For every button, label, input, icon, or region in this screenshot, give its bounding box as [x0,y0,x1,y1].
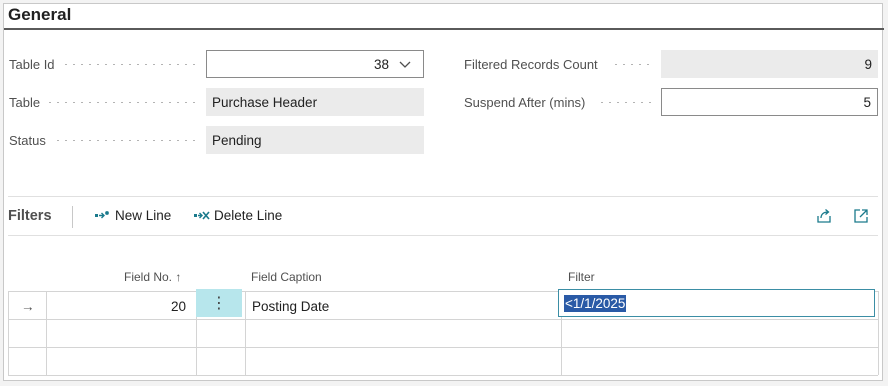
suspend-after-label: Suspend After (mins) [464,95,586,110]
suspend-after-leader [598,102,654,103]
new-line-label: New Line [115,208,172,223]
filters-toolbar-divider [72,206,73,228]
grid-line [8,347,878,348]
field-no-cell[interactable]: 20 [46,299,186,314]
suspend-after-field[interactable]: 5 [661,88,878,116]
grid-line [8,319,878,320]
delete-line-button[interactable]: Delete Line [193,208,282,223]
table-leader [46,102,196,103]
share-icon[interactable] [816,208,832,224]
table-label: Table [9,95,41,110]
grid-line [8,375,878,376]
chevron-down-icon[interactable] [397,56,413,72]
filter-value-selected: <1/1/2025 [564,294,627,312]
filters-toolbar-bottom-divider [8,235,878,236]
column-header-filter[interactable]: Filter [568,270,595,284]
row-arrow-icon: → [21,299,35,314]
new-line-icon [95,210,109,218]
section-title-general[interactable]: General [8,5,71,25]
column-header-field-no[interactable]: Field No. ↑ [124,270,181,284]
expand-icon[interactable] [853,208,869,224]
filtered-records-field: 9 [661,50,878,78]
status-label: Status [9,133,46,148]
new-line-button[interactable]: New Line [94,208,171,223]
title-divider [4,28,884,30]
column-header-field-no-label: Field No. [124,270,173,284]
filtered-records-leader [612,64,654,65]
status-field: Pending [206,126,424,154]
table-id-leader [62,64,196,65]
row-actions-button[interactable]: ⋮ [196,289,242,317]
table-id-label: Table Id [9,57,55,72]
filters-top-divider [8,196,878,197]
delete-line-label: Delete Line [214,208,283,223]
field-caption-cell[interactable]: Posting Date [252,299,329,314]
table-id-value: 38 [373,56,389,72]
status-leader [54,140,196,141]
filter-input[interactable]: <1/1/2025 [558,289,875,317]
table-field: Purchase Header [206,88,424,116]
filters-title: Filters [8,208,52,224]
sort-ascending-icon: ↑ [175,270,182,284]
grid-line [878,291,879,375]
grid-line [8,291,9,375]
column-header-field-caption[interactable]: Field Caption [251,270,322,284]
filtered-records-label: Filtered Records Count [464,57,598,72]
grid-line [245,291,246,375]
delete-line-icon [194,210,210,220]
table-id-field[interactable]: 38 [206,50,424,78]
